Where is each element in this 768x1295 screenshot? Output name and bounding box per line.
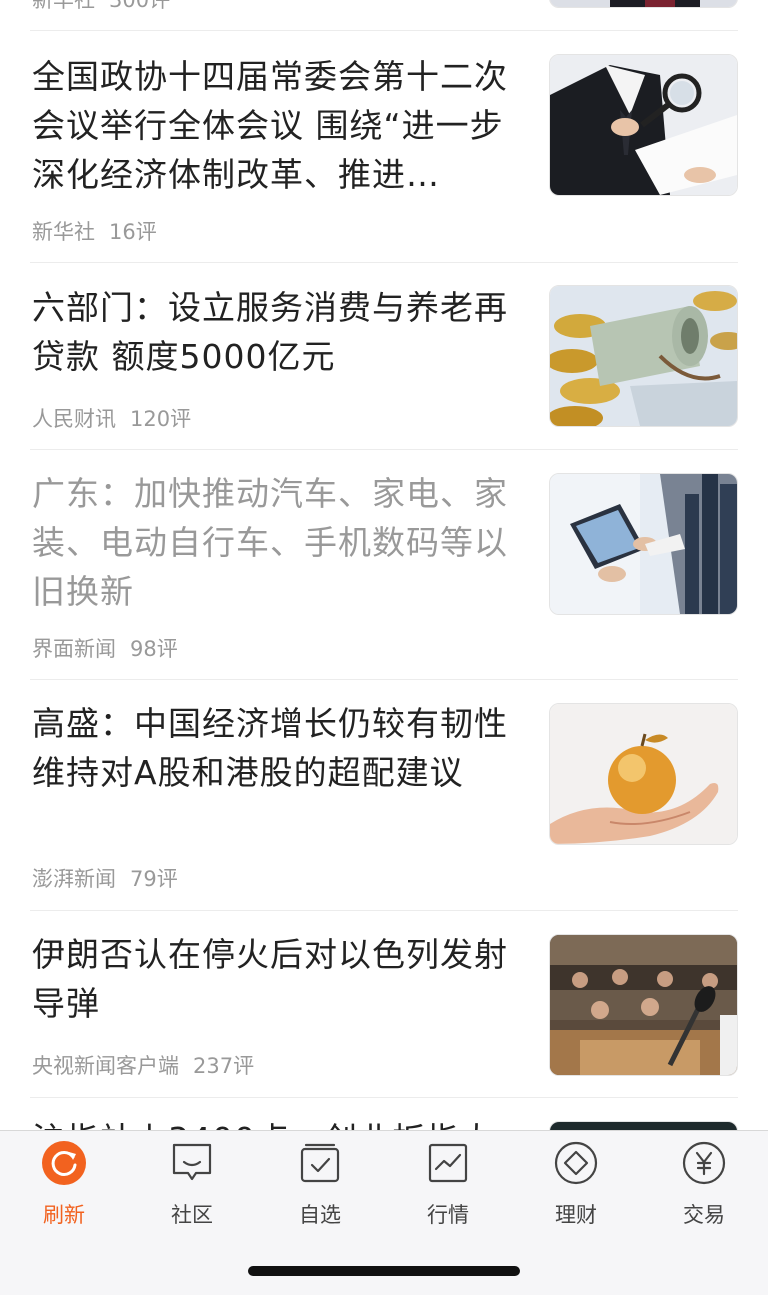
- tab-market[interactable]: 行情: [384, 1141, 512, 1227]
- refresh-icon: [42, 1141, 86, 1185]
- news-title[interactable]: 六部门：设立服务消费与养老再贷款 额度5000亿元: [32, 283, 524, 381]
- diamond-icon: [554, 1141, 598, 1185]
- news-meta: 央视新闻客户端 237评: [32, 1050, 254, 1080]
- news-meta: 新华社 16评: [32, 216, 157, 246]
- tab-refresh[interactable]: 刷新: [0, 1141, 128, 1227]
- news-item[interactable]: 广东：加快推动汽车、家电、家装、电动自行车、手机数码等以旧换新 界面新闻 98评: [30, 469, 738, 679]
- divider: [30, 1097, 738, 1098]
- news-comment-count: 300评: [109, 0, 171, 12]
- news-thumbnail: [549, 1121, 738, 1130]
- news-thumbnail-tablet-business[interactable]: [549, 473, 738, 615]
- news-title[interactable]: 沪指站上3400点，创业板指大: [32, 1115, 524, 1130]
- yuan-coin-icon: [682, 1141, 726, 1185]
- news-source: 新华社: [32, 220, 95, 244]
- divider: [30, 30, 738, 31]
- tab-label: 行情: [427, 1203, 469, 1227]
- news-thumbnail-money-roll[interactable]: [549, 285, 738, 427]
- tab-label: 社区: [171, 1203, 213, 1227]
- news-source: 澎湃新闻: [32, 867, 116, 891]
- tab-community[interactable]: 社区: [128, 1141, 256, 1227]
- tab-wealth[interactable]: 理财: [512, 1141, 640, 1227]
- divider: [30, 910, 738, 911]
- divider: [30, 679, 738, 680]
- news-comment-count: 16评: [109, 220, 157, 244]
- divider: [30, 262, 738, 263]
- news-item-partial-bottom[interactable]: 沪指站上3400点，创业板指大: [30, 1115, 738, 1130]
- news-meta: 界面新闻 98评: [32, 633, 178, 663]
- news-source: 新华社: [32, 0, 95, 12]
- news-item[interactable]: 伊朗否认在停火后对以色列发射导弹 央视新闻客户端 237评: [30, 930, 738, 1096]
- tab-label: 理财: [555, 1203, 597, 1227]
- news-source: 界面新闻: [32, 637, 116, 661]
- news-title[interactable]: 高盛：中国经济增长仍较有韧性 维持对A股和港股的超配建议: [32, 699, 524, 797]
- news-item[interactable]: 六部门：设立服务消费与养老再贷款 额度5000亿元 人民财讯 120评: [30, 283, 738, 449]
- news-thumbnail-conference-microphone[interactable]: [549, 934, 738, 1076]
- news-meta: 澎湃新闻 79评: [32, 863, 178, 893]
- chat-bubble-icon: [170, 1141, 214, 1185]
- news-meta: 人民财讯 120评: [32, 403, 191, 433]
- news-item[interactable]: 全国政协十四届常委会第十二次会议举行全体会议 围绕“进一步深化经济体制改革、推进…: [30, 52, 738, 262]
- news-item-partial-top[interactable]: 新华社 300评: [30, 0, 738, 30]
- tab-label: 刷新: [43, 1203, 85, 1227]
- news-item[interactable]: 高盛：中国经济增长仍较有韧性 维持对A股和港股的超配建议 澎湃新闻 79评: [30, 699, 738, 910]
- news-thumbnail-magnifier-document[interactable]: [549, 54, 738, 196]
- news-title[interactable]: 伊朗否认在停火后对以色列发射导弹: [32, 930, 524, 1028]
- news-source: 人民财讯: [32, 407, 116, 431]
- news-comment-count: 237评: [193, 1054, 255, 1078]
- news-source: 央视新闻客户端: [32, 1054, 179, 1078]
- news-title[interactable]: 广东：加快推动汽车、家电、家装、电动自行车、手机数码等以旧换新: [32, 469, 524, 616]
- tab-label: 自选: [299, 1203, 341, 1227]
- news-comment-count: 120评: [130, 407, 192, 431]
- news-title[interactable]: 全国政协十四届常委会第十二次会议举行全体会议 围绕“进一步深化经济体制改革、推进…: [32, 52, 524, 199]
- home-indicator[interactable]: [248, 1266, 520, 1276]
- news-comment-count: 98评: [130, 637, 178, 661]
- divider: [30, 449, 738, 450]
- watchlist-check-icon: [298, 1141, 342, 1185]
- news-feed: 新华社 300评 全国政协十四届常委会第十二次会议举行全体会议 围绕“进一步深化经…: [0, 0, 768, 1130]
- tab-watchlist[interactable]: 自选: [256, 1141, 384, 1227]
- news-comment-count: 79评: [130, 867, 178, 891]
- tab-label: 交易: [683, 1203, 725, 1227]
- market-chart-icon: [426, 1141, 470, 1185]
- news-thumbnail: [549, 0, 738, 8]
- tab-trade[interactable]: 交易: [640, 1141, 768, 1227]
- news-thumbnail-golden-apple[interactable]: [549, 703, 738, 845]
- news-meta: 新华社 300评: [32, 0, 170, 14]
